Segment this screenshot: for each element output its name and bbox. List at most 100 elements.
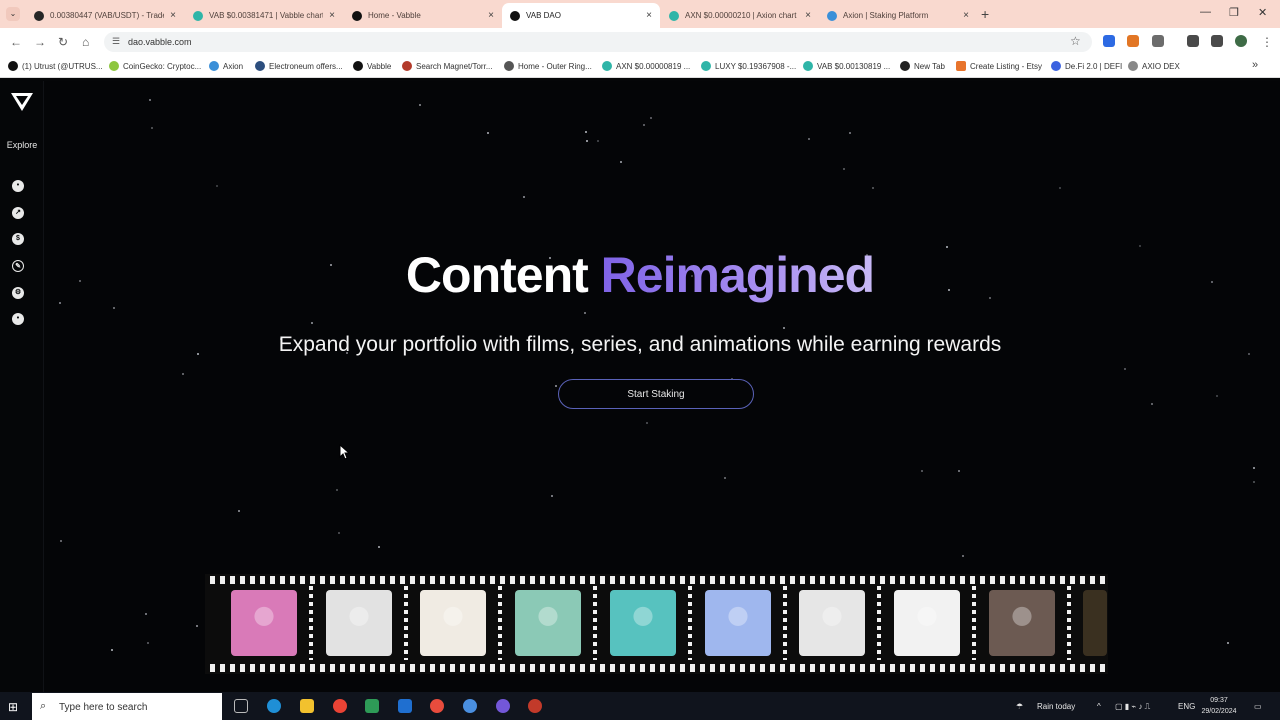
bookmark-item[interactable]: Create Listing - Etsy xyxy=(956,61,1042,71)
tray-expand-icon[interactable]: ^ xyxy=(1097,702,1101,711)
bookmark-item[interactable]: Axion xyxy=(209,61,243,71)
close-icon[interactable]: × xyxy=(488,10,494,21)
bookmark-star-icon[interactable]: ☆ xyxy=(1070,34,1081,48)
mouse-cursor-icon xyxy=(339,444,351,460)
tab-axion-staking[interactable]: Axion | Staking Platform × xyxy=(819,3,977,28)
tab-axn-chart[interactable]: AXN $0.00000210 | Axion chart × xyxy=(661,3,819,28)
profile-avatar[interactable] xyxy=(1235,35,1247,47)
bookmark-icon xyxy=(209,61,219,71)
tab-vab-trade[interactable]: 0.00380447 (VAB/USDT) - Trade × xyxy=(26,3,184,28)
recorder-icon[interactable] xyxy=(528,699,542,713)
chrome-profile-icon[interactable] xyxy=(430,699,444,713)
bookmark-label: Axion xyxy=(223,61,244,71)
bookmark-item[interactable]: De.Fi 2.0 | DEFI xyxy=(1051,61,1122,71)
bookmark-item[interactable]: New Tab xyxy=(900,61,945,71)
bookmark-item[interactable]: Vabble xyxy=(353,61,391,71)
star-dot xyxy=(110,649,113,652)
close-window-button[interactable]: ✕ xyxy=(1258,6,1267,19)
close-icon[interactable]: × xyxy=(963,10,969,21)
bookmark-label: AXN $0.00000819 ... xyxy=(616,61,691,71)
close-icon[interactable]: × xyxy=(329,10,335,21)
new-tab-button[interactable]: + xyxy=(981,6,989,22)
star-dot xyxy=(724,477,727,480)
message-icon[interactable]: • xyxy=(12,313,24,325)
media-icon[interactable] xyxy=(1187,35,1199,47)
site-info-icon[interactable]: ☰ xyxy=(112,36,120,47)
minimize-button[interactable]: — xyxy=(1200,6,1211,18)
star-dot xyxy=(1253,481,1256,484)
notifications-icon[interactable]: ▭ xyxy=(1254,702,1262,711)
language-indicator[interactable]: ENG xyxy=(1178,702,1195,711)
explore-label[interactable]: Explore xyxy=(0,140,44,150)
tab-vab-dao[interactable]: VAB DAO × xyxy=(502,3,660,28)
nft-tile-white-hair-character xyxy=(325,590,392,656)
tab-home-vabble[interactable]: Home - Vabble × xyxy=(344,3,502,28)
side-panel-icon[interactable] xyxy=(1211,35,1223,47)
metamask-icon[interactable] xyxy=(1127,35,1139,47)
star-dot xyxy=(1215,394,1218,397)
bookmark-item[interactable]: VAB $0.00130819 ... xyxy=(803,61,890,71)
taskbar-search-placeholder[interactable]: Type here to search xyxy=(59,702,147,713)
chat-icon[interactable]: • xyxy=(12,180,24,192)
bookmark-item[interactable]: LUXY $0.19367908 -... xyxy=(701,61,796,71)
close-icon[interactable]: × xyxy=(805,10,811,21)
star-dot xyxy=(1124,368,1127,371)
film-frame-separator xyxy=(593,586,598,660)
tab-list-button[interactable]: ⌄ xyxy=(6,7,20,21)
reload-icon[interactable]: ↻ xyxy=(58,35,68,49)
close-icon[interactable]: × xyxy=(170,10,176,21)
back-icon[interactable]: ← xyxy=(10,35,22,49)
film-perforations-bottom xyxy=(205,664,1108,672)
bookmark-icon xyxy=(353,61,363,71)
edge-icon[interactable] xyxy=(267,699,281,713)
bookmark-icon xyxy=(109,61,119,71)
tray-icons[interactable]: ▢ ▮ ⌁ ♪ ⎍ xyxy=(1115,702,1150,712)
film-frame-separator xyxy=(971,586,976,660)
tab-vab-chart[interactable]: VAB $0.00381471 | Vabble chart × xyxy=(185,3,343,28)
star-dot xyxy=(550,494,553,497)
chart-icon[interactable]: ↗ xyxy=(12,207,24,219)
forward-icon[interactable]: → xyxy=(34,35,46,49)
star-dot xyxy=(645,422,648,425)
start-staking-button[interactable]: Start Staking xyxy=(558,379,754,409)
star-dot xyxy=(237,510,240,513)
bookmark-item[interactable]: Home - Outer Ring... xyxy=(504,61,592,71)
weather-text[interactable]: Rain today xyxy=(1037,702,1075,711)
bookmark-item[interactable]: (1) Utrust (@UTRUS... xyxy=(8,61,103,71)
url-text[interactable]: dao.vabble.com xyxy=(128,37,192,47)
store-icon[interactable] xyxy=(365,699,379,713)
task-view-icon[interactable] xyxy=(234,699,248,713)
extension-icon[interactable] xyxy=(1103,35,1115,47)
star-dot xyxy=(1252,467,1255,470)
close-icon[interactable]: × xyxy=(646,10,652,21)
windows-start-icon[interactable]: ⊞ xyxy=(8,700,18,714)
dollar-icon[interactable]: $ xyxy=(12,233,24,245)
hero-subheadline: Expand your portfolio with films, series… xyxy=(278,333,1002,356)
address-bar[interactable] xyxy=(104,32,1092,52)
bookmark-item[interactable]: AXN $0.00000819 ... xyxy=(602,61,690,71)
bookmark-item[interactable]: AXIO DEX xyxy=(1128,61,1180,71)
file-explorer-icon[interactable] xyxy=(300,699,314,713)
vabble-logo-icon[interactable] xyxy=(11,93,33,111)
chrome-active-icon[interactable] xyxy=(463,699,477,713)
star-dot xyxy=(149,98,152,101)
film-frame-separator xyxy=(309,586,313,660)
extensions-puzzle-icon[interactable] xyxy=(1152,35,1164,47)
maximize-button[interactable]: ❐ xyxy=(1229,6,1239,19)
bookmark-label: Electroneum offers... xyxy=(269,61,343,71)
mail-icon[interactable] xyxy=(398,699,412,713)
more-bookmarks-icon[interactable]: » xyxy=(1252,59,1258,71)
nft-tile-partial xyxy=(1083,590,1108,656)
bookmark-item[interactable]: CoinGecko: Cryptoc... xyxy=(109,61,201,71)
menu-icon[interactable]: ⋮ xyxy=(1261,35,1273,49)
clock-time[interactable]: 09:37 xyxy=(1206,697,1232,704)
weather-icon[interactable]: ☂ xyxy=(1016,702,1023,711)
bookmark-item[interactable]: Search Magnet/Torr... xyxy=(402,61,492,71)
star-dot xyxy=(337,531,340,534)
chrome-icon[interactable] xyxy=(333,699,347,713)
home-icon[interactable]: ⌂ xyxy=(82,35,89,49)
bookmark-label: Vabble xyxy=(367,61,392,71)
bookmark-item[interactable]: Electroneum offers... xyxy=(255,61,343,71)
app-icon[interactable] xyxy=(496,699,510,713)
clock-date[interactable]: 29/02/2024 xyxy=(1200,708,1238,715)
